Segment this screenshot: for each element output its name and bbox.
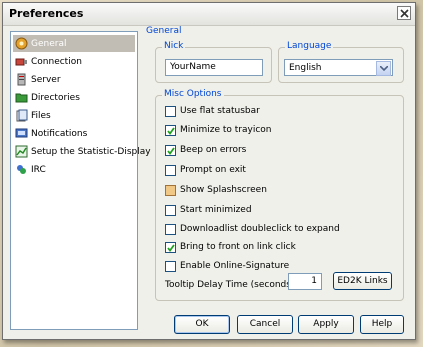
option-label: Start minimized (180, 205, 252, 215)
checkbox[interactable] (165, 105, 176, 117)
window-title: Preferences (9, 7, 84, 20)
option-downloadlist-expand[interactable]: Downloadlist doubleclick to expand (165, 222, 340, 236)
language-select-value: English (289, 63, 322, 73)
option-label: Bring to front on link click (180, 242, 296, 252)
chevron-down-icon (376, 61, 391, 76)
general-icon (15, 37, 28, 50)
option-minimize-trayicon[interactable]: Minimize to trayicon (165, 123, 272, 137)
panel-title: General (146, 26, 182, 36)
checkbox[interactable] (165, 241, 176, 253)
sidebar-item-files[interactable]: Files (13, 107, 135, 124)
option-label: Show Splashscreen (180, 185, 267, 195)
option-bring-to-front[interactable]: Bring to front on link click (165, 240, 296, 254)
sidebar-item-server[interactable]: Server (13, 71, 135, 88)
sidebar-item-label: Setup the Statistic-Display (31, 146, 151, 157)
sidebar-item-notifications[interactable]: Notifications (13, 125, 135, 142)
irc-icon (15, 163, 28, 176)
sidebar: General Connection Server Directories Fi… (10, 31, 151, 330)
sidebar-item-general[interactable]: General (13, 35, 135, 52)
sidebar-item-label: Directories (31, 92, 80, 103)
option-flat-statusbar[interactable]: Use flat statusbar (165, 104, 260, 118)
checkbox[interactable] (165, 204, 176, 216)
connection-icon (15, 55, 28, 68)
option-label: Minimize to trayicon (180, 125, 272, 135)
sidebar-item-directories[interactable]: Directories (13, 89, 135, 106)
checkbox[interactable] (165, 260, 176, 272)
sidebar-item-label: Files (31, 110, 51, 121)
sidebar-item-label: IRC (31, 164, 46, 175)
close-button[interactable] (397, 6, 411, 20)
sidebar-item-statistics[interactable]: Setup the Statistic-Display (13, 143, 151, 160)
sidebar-item-label: General (31, 38, 67, 49)
sidebar-item-irc[interactable]: IRC (13, 161, 135, 178)
help-button[interactable]: Help (360, 315, 404, 334)
option-label: Prompt on exit (180, 165, 246, 175)
checkbox[interactable] (165, 124, 176, 136)
title-bar: Preferences (3, 3, 415, 26)
close-icon (400, 9, 409, 18)
notifications-icon (15, 127, 28, 140)
checkbox[interactable] (165, 184, 176, 196)
language-group-label: Language (285, 41, 334, 51)
option-show-splashscreen[interactable]: Show Splashscreen (165, 183, 267, 197)
ed2k-links-button[interactable]: ED2K Links (333, 272, 392, 290)
statistics-icon (15, 145, 28, 158)
nick-input[interactable]: YourName (165, 59, 263, 76)
directories-icon (15, 91, 28, 104)
checkbox[interactable] (165, 164, 176, 176)
checkmark-icon (167, 243, 175, 252)
nick-group-label: Nick (162, 41, 186, 51)
checkmark-icon (167, 146, 175, 155)
option-label: Beep on errors (180, 145, 247, 155)
server-icon (15, 73, 28, 86)
tooltip-delay-label: Tooltip Delay Time (seconds) (165, 280, 295, 290)
preferences-dialog: Preferences General Connection Server Di… (2, 2, 416, 340)
option-label: Use flat statusbar (180, 106, 260, 116)
option-label: Downloadlist doubleclick to expand (180, 224, 340, 234)
checkbox[interactable] (165, 144, 176, 156)
checkbox[interactable] (165, 223, 176, 235)
apply-button[interactable]: Apply (298, 315, 354, 334)
checkmark-icon (167, 126, 175, 135)
option-beep-errors[interactable]: Beep on errors (165, 143, 246, 157)
sidebar-item-connection[interactable]: Connection (13, 53, 135, 70)
sidebar-item-label: Notifications (31, 128, 88, 139)
option-start-minimized[interactable]: Start minimized (165, 203, 252, 217)
tooltip-delay-input[interactable]: 1 (288, 273, 322, 290)
option-online-signature[interactable]: Enable Online-Signature (165, 259, 289, 273)
option-label: Enable Online-Signature (180, 261, 290, 271)
option-prompt-exit[interactable]: Prompt on exit (165, 163, 246, 177)
misc-options-label: Misc Options (162, 89, 224, 99)
sidebar-item-label: Server (31, 74, 61, 85)
language-select[interactable]: English (284, 59, 393, 76)
files-icon (15, 109, 28, 122)
ok-button[interactable]: OK (174, 315, 230, 334)
cancel-button[interactable]: Cancel (237, 315, 293, 334)
sidebar-item-label: Connection (31, 56, 82, 67)
